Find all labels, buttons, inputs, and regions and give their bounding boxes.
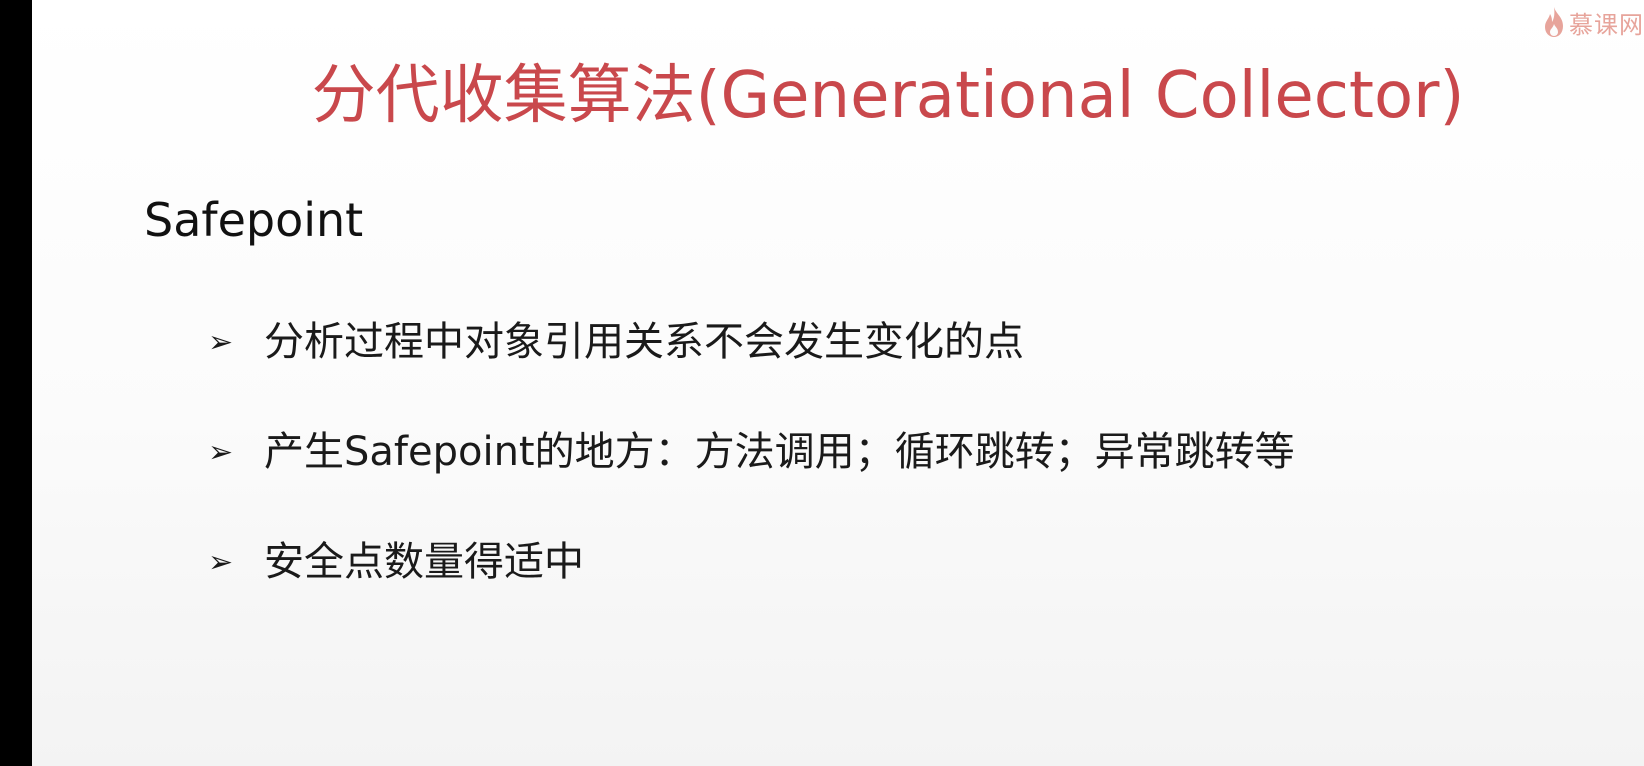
flame-icon — [1543, 6, 1565, 38]
bullet-text: 分析过程中对象引用关系不会发生变化的点 — [264, 319, 1024, 365]
arrow-bullet-icon: ➢ — [208, 434, 234, 470]
bullet-item: ➢ 产生Safepoint的地方：方法调用；循环跳转；异常跳转等 — [208, 422, 1295, 482]
arrow-bullet-icon: ➢ — [208, 324, 234, 360]
slide-title: 分代收集算法(Generational Collector) — [311, 59, 1465, 133]
arrow-bullet-icon: ➢ — [208, 544, 234, 580]
left-frame-bar — [0, 0, 32, 766]
slide: 慕课网 分代收集算法(Generational Collector) Safep… — [32, 0, 1644, 766]
bullet-list: ➢ 分析过程中对象引用关系不会发生变化的点 ➢ 产生Safepoint的地方：方… — [208, 312, 1295, 642]
slide-subtitle: Safepoint — [144, 193, 364, 247]
bullet-text: 安全点数量得适中 — [264, 539, 584, 585]
watermark: 慕课网 — [1543, 2, 1644, 42]
bullet-text: 产生Safepoint的地方：方法调用；循环跳转；异常跳转等 — [264, 429, 1295, 475]
bullet-item: ➢ 分析过程中对象引用关系不会发生变化的点 — [208, 312, 1295, 372]
bullet-item: ➢ 安全点数量得适中 — [208, 532, 1295, 592]
watermark-text: 慕课网 — [1569, 10, 1644, 39]
